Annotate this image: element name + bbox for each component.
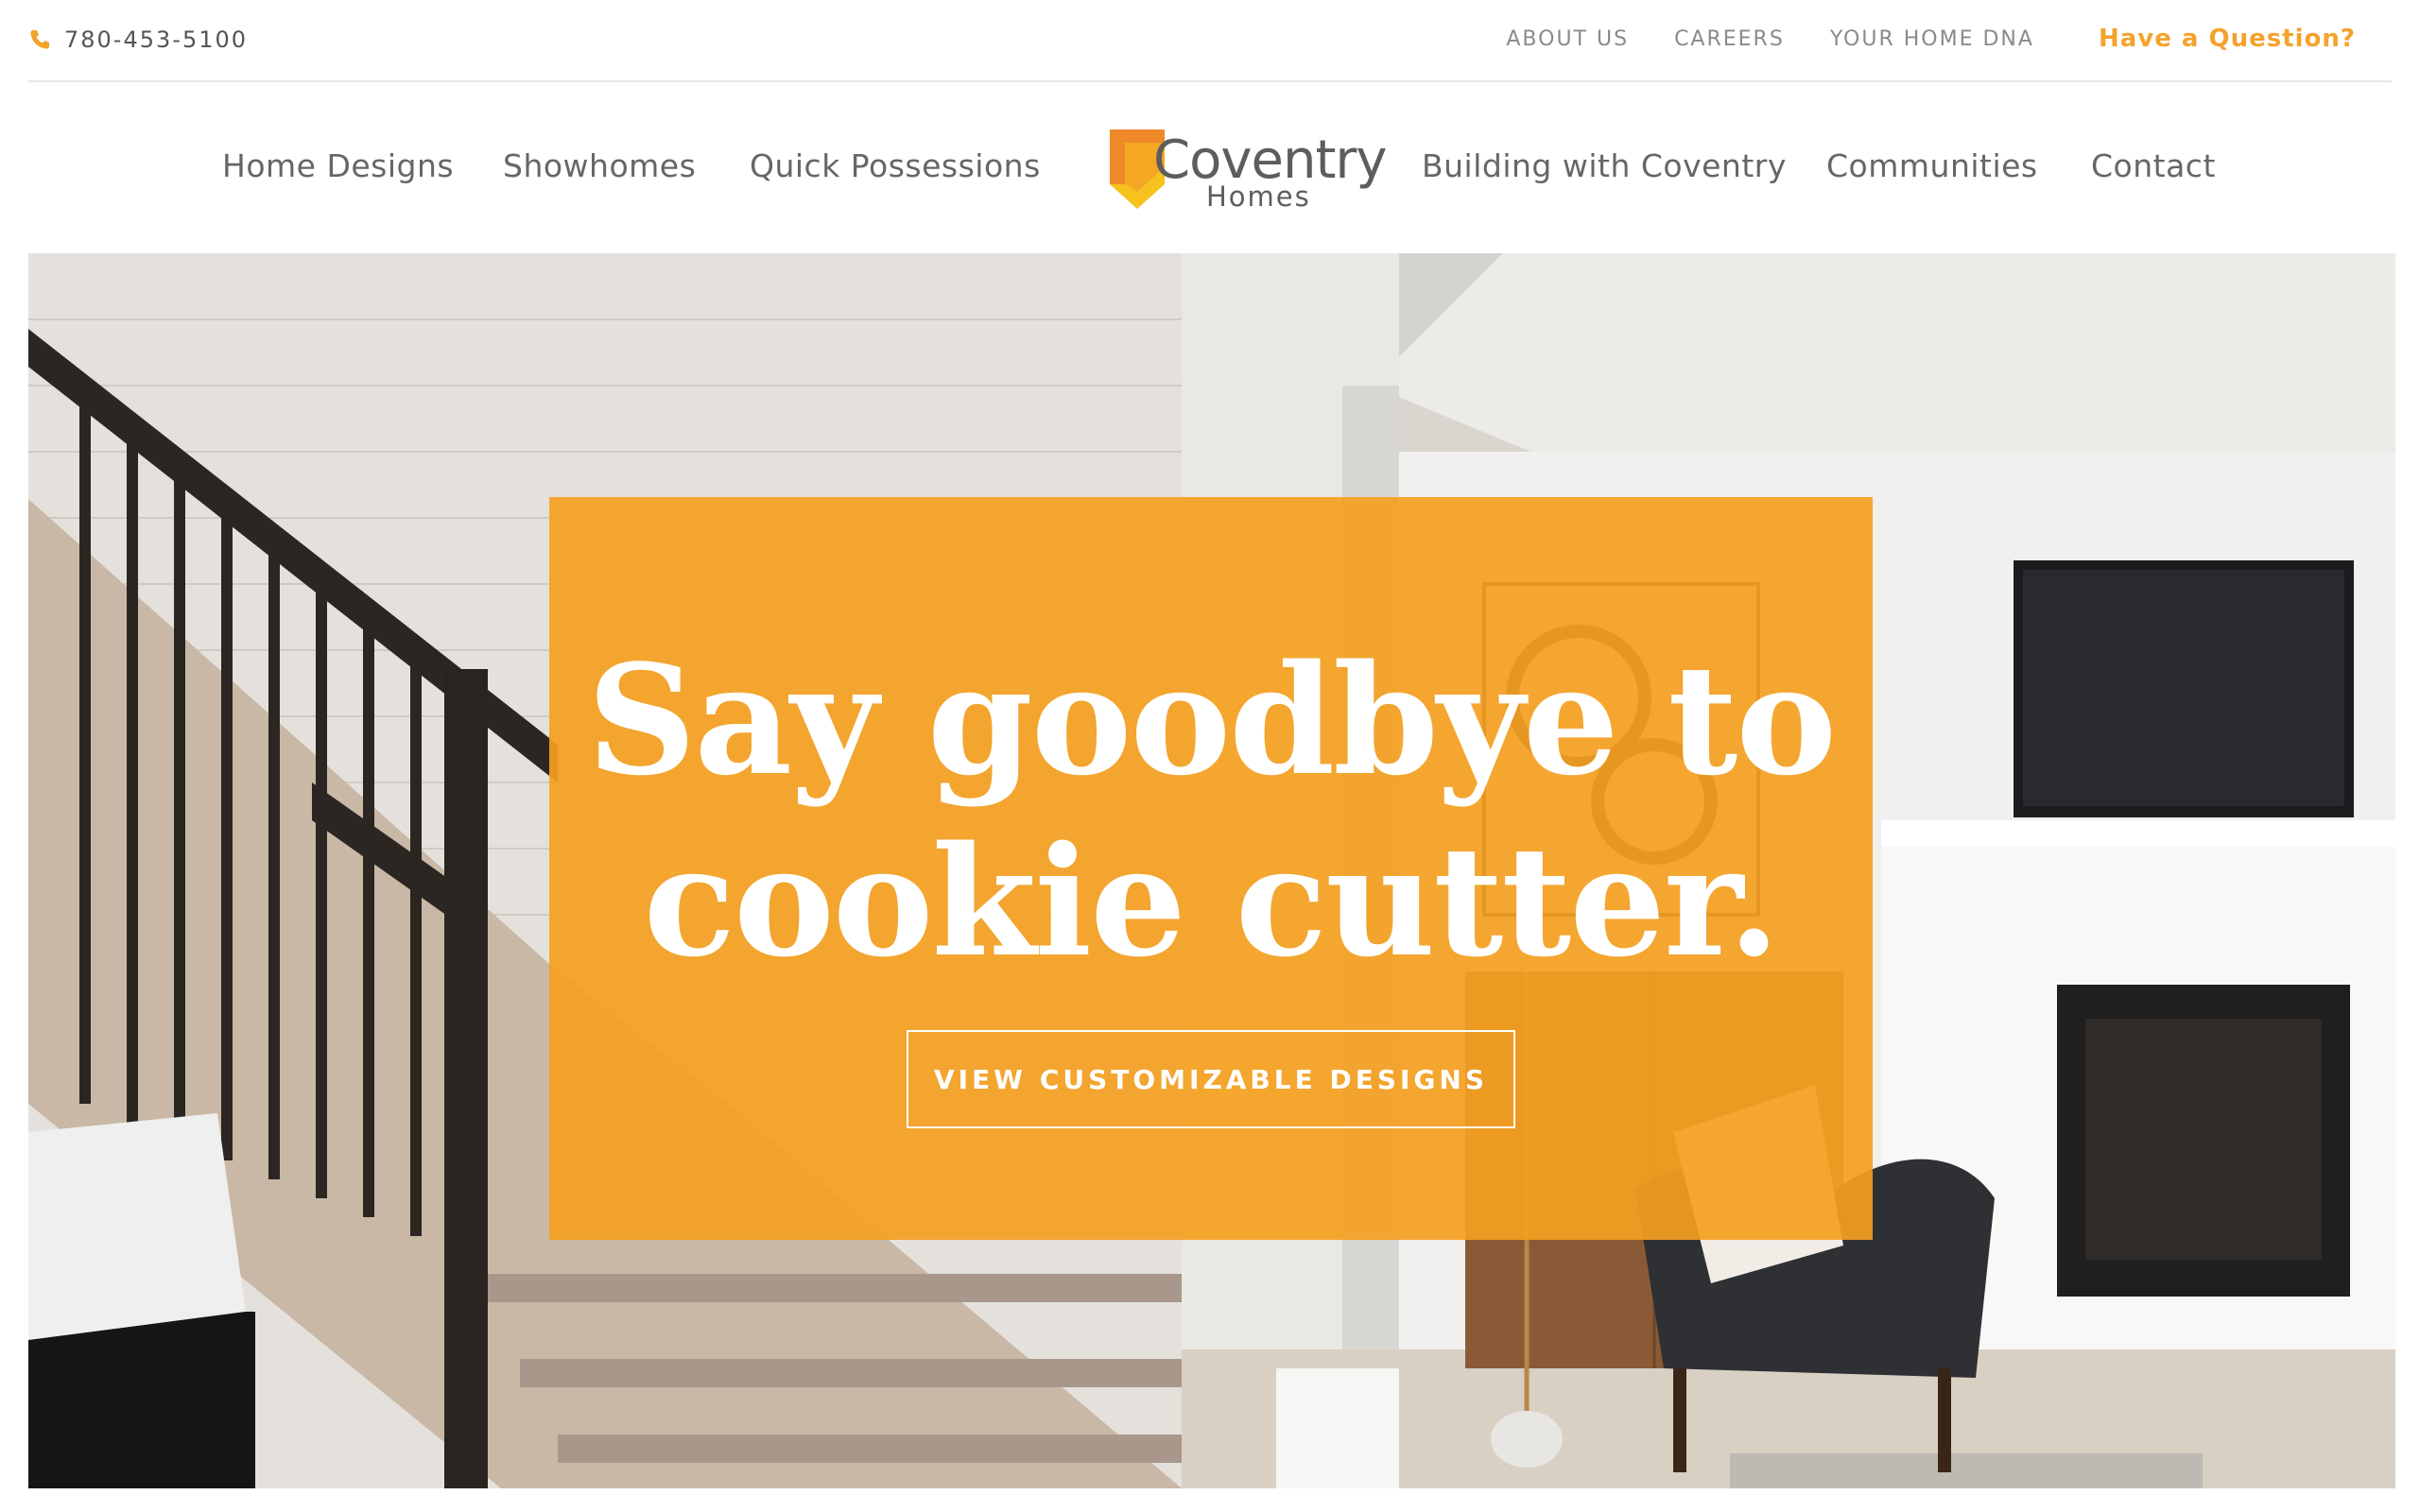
coventry-homes-logo[interactable]: Coventry Homes [1108,129,1388,215]
your-home-dna-link[interactable]: YOUR HOME DNA [1830,27,2034,51]
promo-overlay-panel: Say goodbye to cookie cutter. VIEW CUSTO… [549,497,1873,1240]
nav-contact[interactable]: Contact [2091,147,2216,184]
hero-headline: Say goodbye to cookie cutter. [549,629,1873,992]
hero-headline-line-2: cookie cutter. [643,813,1781,990]
nav-building-with-coventry[interactable]: Building with Coventry [1422,147,1787,184]
have-a-question-link[interactable]: Have a Question? [2099,25,2356,53]
phone-number: 780-453-5100 [64,26,249,53]
about-us-link[interactable]: ABOUT US [1506,27,1629,51]
hero-banner: Say goodbye to cookie cutter. VIEW CUSTO… [28,253,2395,1488]
main-navigation: Home Designs Showhomes Quick Possessions… [28,84,2392,254]
nav-communities[interactable]: Communities [1826,147,2038,184]
nav-showhomes[interactable]: Showhomes [503,147,696,184]
utility-bar: 780-453-5100 ABOUT US CAREERS YOUR HOME … [28,0,2392,82]
phone-link[interactable]: 780-453-5100 [28,26,248,53]
careers-link[interactable]: CAREERS [1674,27,1785,51]
utility-links: ABOUT US CAREERS YOUR HOME DNA Have a Qu… [1461,25,2392,53]
nav-quick-possessions[interactable]: Quick Possessions [750,147,1041,184]
phone-icon [28,28,51,51]
logo-subtitle: Homes [1206,180,1311,213]
nav-home-designs[interactable]: Home Designs [222,147,454,184]
view-customizable-designs-button[interactable]: VIEW CUSTOMIZABLE DESIGNS [907,1030,1515,1128]
hero-headline-line-1: Say goodbye to [586,631,1837,809]
